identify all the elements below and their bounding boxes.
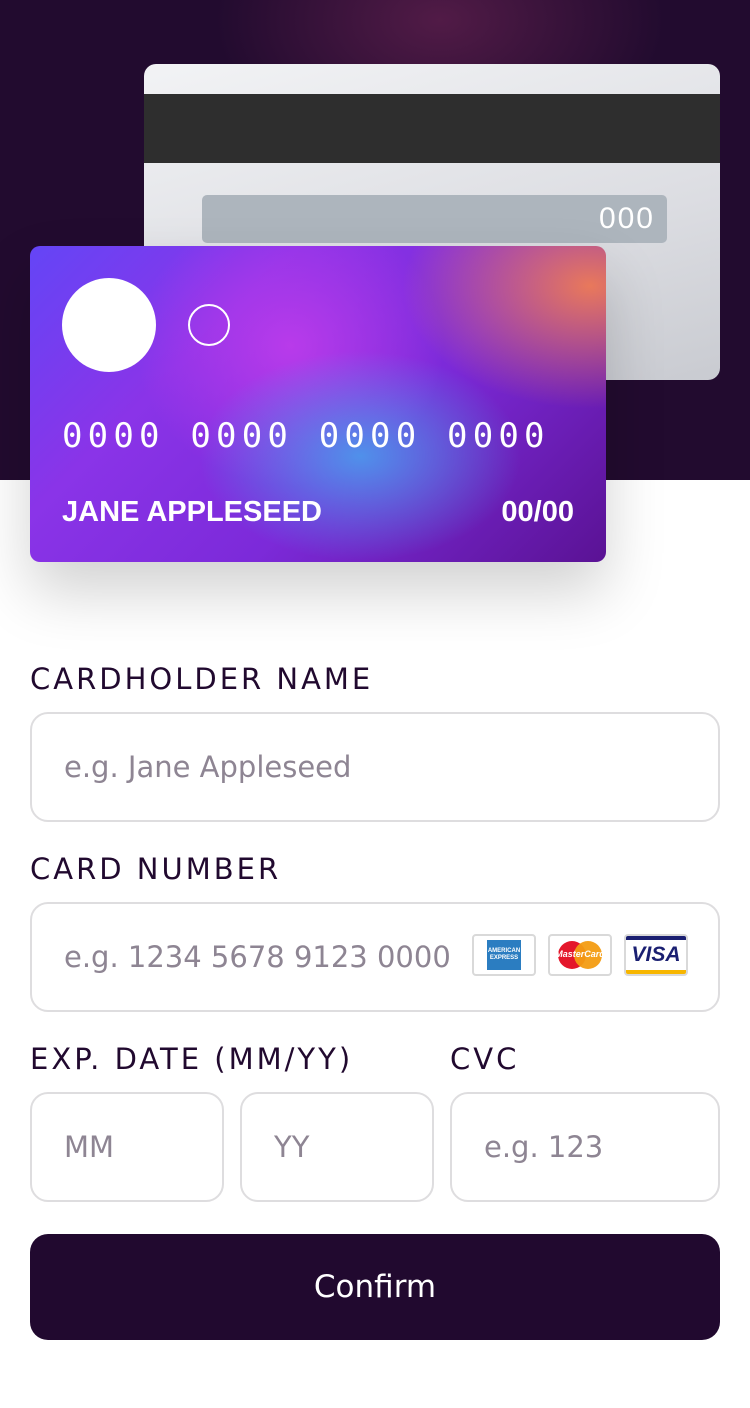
amex-icon: AMERICAN EXPRESS [472, 934, 536, 976]
card-logo-circle-large [62, 278, 156, 372]
magnetic-stripe [144, 94, 720, 163]
card-number-label: CARD NUMBER [30, 852, 282, 886]
card-front-number: 0000 0000 0000 0000 [62, 416, 550, 456]
cardholder-name-label: CARDHOLDER NAME [30, 662, 374, 696]
card-front-holder: JANE APPLESEED [62, 496, 322, 528]
expiry-year-field [240, 1092, 434, 1202]
cardholder-name-field [30, 712, 720, 822]
confirm-button[interactable]: Confirm [30, 1234, 720, 1340]
mastercard-icon: MasterCard [548, 934, 612, 976]
card-details-page: 000 0000 0000 0000 0000 JANE APPLESEED 0… [0, 0, 750, 1408]
cvc-label: CVC [450, 1042, 520, 1076]
card-front: 0000 0000 0000 0000 JANE APPLESEED 00/00 [30, 246, 606, 562]
expiry-month-field [30, 1092, 224, 1202]
card-back-cvc: 000 [202, 195, 667, 243]
card-number-input[interactable] [32, 904, 472, 1010]
card-logo-circle-small [188, 304, 230, 346]
visa-icon: VISA [624, 934, 688, 976]
card-front-expiry: 00/00 [501, 496, 574, 528]
expiry-month-input[interactable] [32, 1094, 222, 1200]
expiry-date-label: EXP. DATE (MM/YY) [30, 1042, 354, 1076]
cardholder-name-input[interactable] [32, 714, 718, 820]
expiry-year-input[interactable] [242, 1094, 432, 1200]
cvc-field [450, 1092, 720, 1202]
cvc-input[interactable] [452, 1094, 718, 1200]
card-number-field: AMERICAN EXPRESS MasterCard VISA [30, 902, 720, 1012]
